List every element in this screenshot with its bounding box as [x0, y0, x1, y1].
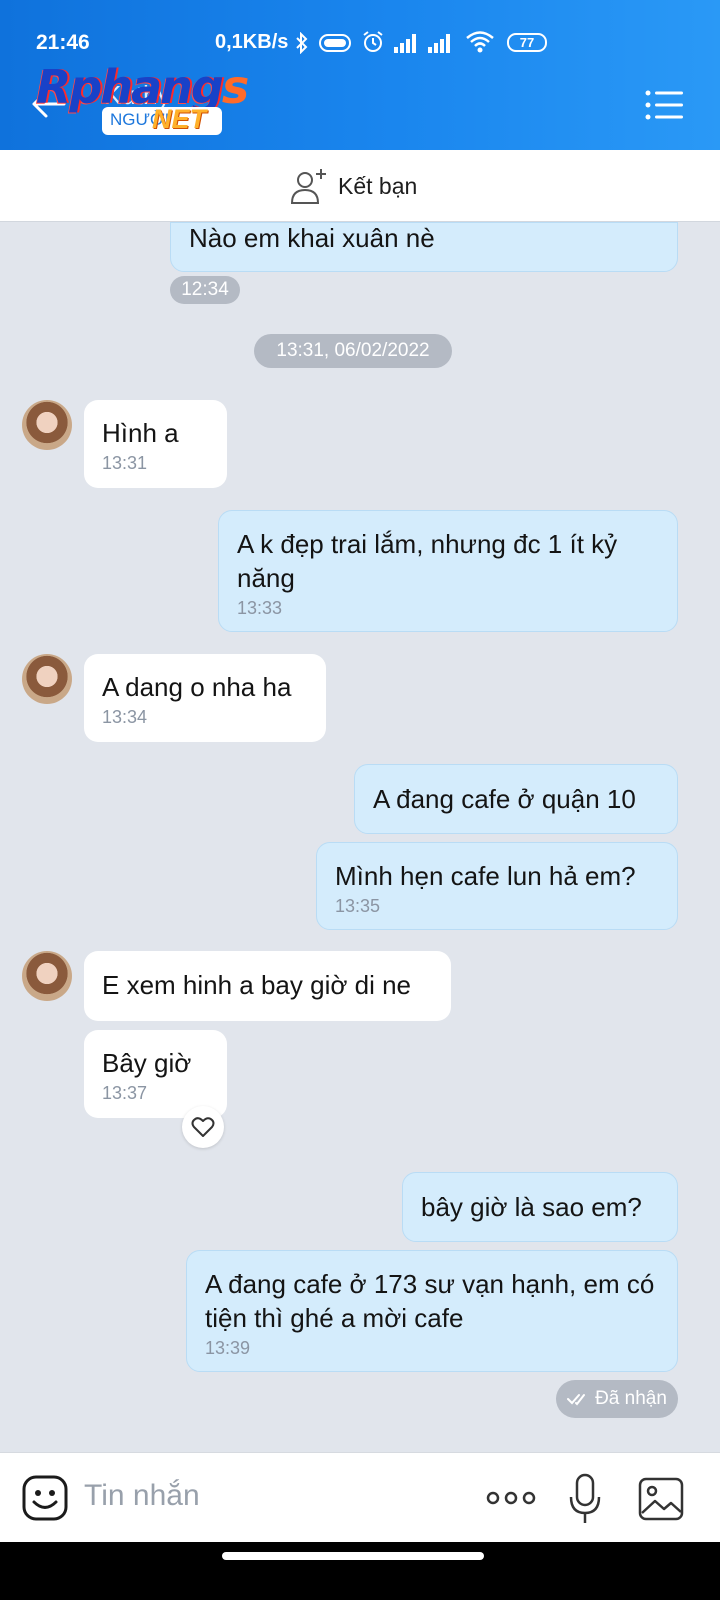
outgoing-message[interactable]: Mình hẹn cafe lun hả em? 13:35 [316, 842, 678, 930]
signal-icon-1 [394, 34, 416, 53]
outgoing-message[interactable]: bây giờ là sao em? [402, 1172, 678, 1242]
add-friend-bar: Kết bạn [0, 150, 720, 222]
message-text: A dang o nha ha [102, 672, 292, 702]
system-nav-bar [0, 1542, 720, 1600]
app-header: 21:46 0,1KB/s 77 Kuthy Rphangs NGƯỜI NET [0, 0, 720, 150]
incoming-message[interactable]: A dang o nha ha 13:34 [84, 654, 326, 742]
status-bar: 21:46 0,1KB/s 77 [0, 0, 720, 62]
status-icons: 77 [295, 30, 555, 56]
message-time: 13:34 [102, 707, 148, 727]
message-text: A đang cafe ở quận 10 [373, 784, 636, 814]
bluetooth-icon [296, 32, 308, 54]
delivery-status-text: Đã nhận [595, 1388, 667, 1409]
signal-icon-2 [428, 34, 450, 53]
message-time: 13:31 [102, 453, 148, 473]
message-time: 13:33 [237, 598, 283, 618]
date-divider: 13:31, 06/02/2022 [254, 334, 452, 368]
incoming-message[interactable]: Bây giờ 13:37 [84, 1030, 227, 1118]
message-text: A đang cafe ở 173 sư vạn hạnh, em có tiệ… [205, 1269, 655, 1333]
partial-message[interactable]: Nào em khai xuân nè [170, 222, 678, 272]
home-gesture-handle[interactable] [222, 1552, 484, 1560]
avatar[interactable] [22, 654, 72, 704]
status-time: 21:46 [36, 31, 90, 54]
avatar[interactable] [22, 400, 72, 450]
message-time: 13:35 [335, 896, 381, 916]
message-text: E xem hinh a bay giờ di ne [102, 970, 412, 1000]
image-gallery-icon[interactable] [638, 1477, 684, 1521]
message-time-chip: 12:34 [170, 276, 240, 304]
double-check-icon [567, 1394, 586, 1406]
message-text: Hình a [102, 418, 179, 448]
incoming-message[interactable]: E xem hinh a bay giờ di ne [84, 951, 451, 1021]
outgoing-message[interactable]: A đang cafe ở quận 10 [354, 764, 678, 834]
message-text: bây giờ là sao em? [421, 1192, 642, 1222]
message-text: Mình hẹn cafe lun hả em? [335, 861, 636, 891]
add-person-icon [290, 169, 326, 204]
message-text: Nào em khai xuân nè [189, 223, 435, 253]
delivery-status-badge: Đã nhận [556, 1380, 678, 1418]
incoming-message[interactable]: Hình a 13:31 [84, 400, 227, 488]
list-menu-icon[interactable] [645, 90, 685, 120]
network-speed: 0,1KB/s [215, 31, 289, 53]
avatar[interactable] [22, 951, 72, 1001]
wifi-icon [466, 31, 494, 53]
message-time: 13:37 [102, 1083, 148, 1103]
add-friend-button[interactable]: Kết bạn [290, 166, 417, 206]
message-input[interactable]: Tin nhắn [84, 1479, 200, 1513]
sticker-face-icon[interactable] [22, 1475, 68, 1521]
watermark-logo: Rphangs NGƯỜI NET [36, 60, 256, 140]
battery-indicator: 77 [507, 33, 547, 52]
message-text: A k đẹp trai lắm, nhưng đc 1 ít kỷ năng [237, 529, 618, 593]
heart-icon [191, 1117, 215, 1137]
more-dots-icon[interactable] [486, 1485, 536, 1511]
outgoing-message[interactable]: A k đẹp trai lắm, nhưng đc 1 ít kỷ năng … [218, 510, 678, 632]
message-time: 13:39 [205, 1338, 251, 1358]
message-input-bar: Tin nhắn [0, 1452, 720, 1542]
message-text: Bây giờ [102, 1048, 192, 1078]
vibrate-toggle-icon [319, 34, 351, 52]
logo-brand: Rphangs [36, 60, 249, 114]
add-friend-label: Kết bạn [338, 172, 418, 199]
alarm-icon [363, 31, 383, 52]
outgoing-message[interactable]: A đang cafe ở 173 sư vạn hạnh, em có tiệ… [186, 1250, 678, 1372]
logo-suffix: NET [152, 104, 206, 134]
react-heart-button[interactable] [182, 1106, 224, 1148]
microphone-icon[interactable] [568, 1473, 602, 1525]
